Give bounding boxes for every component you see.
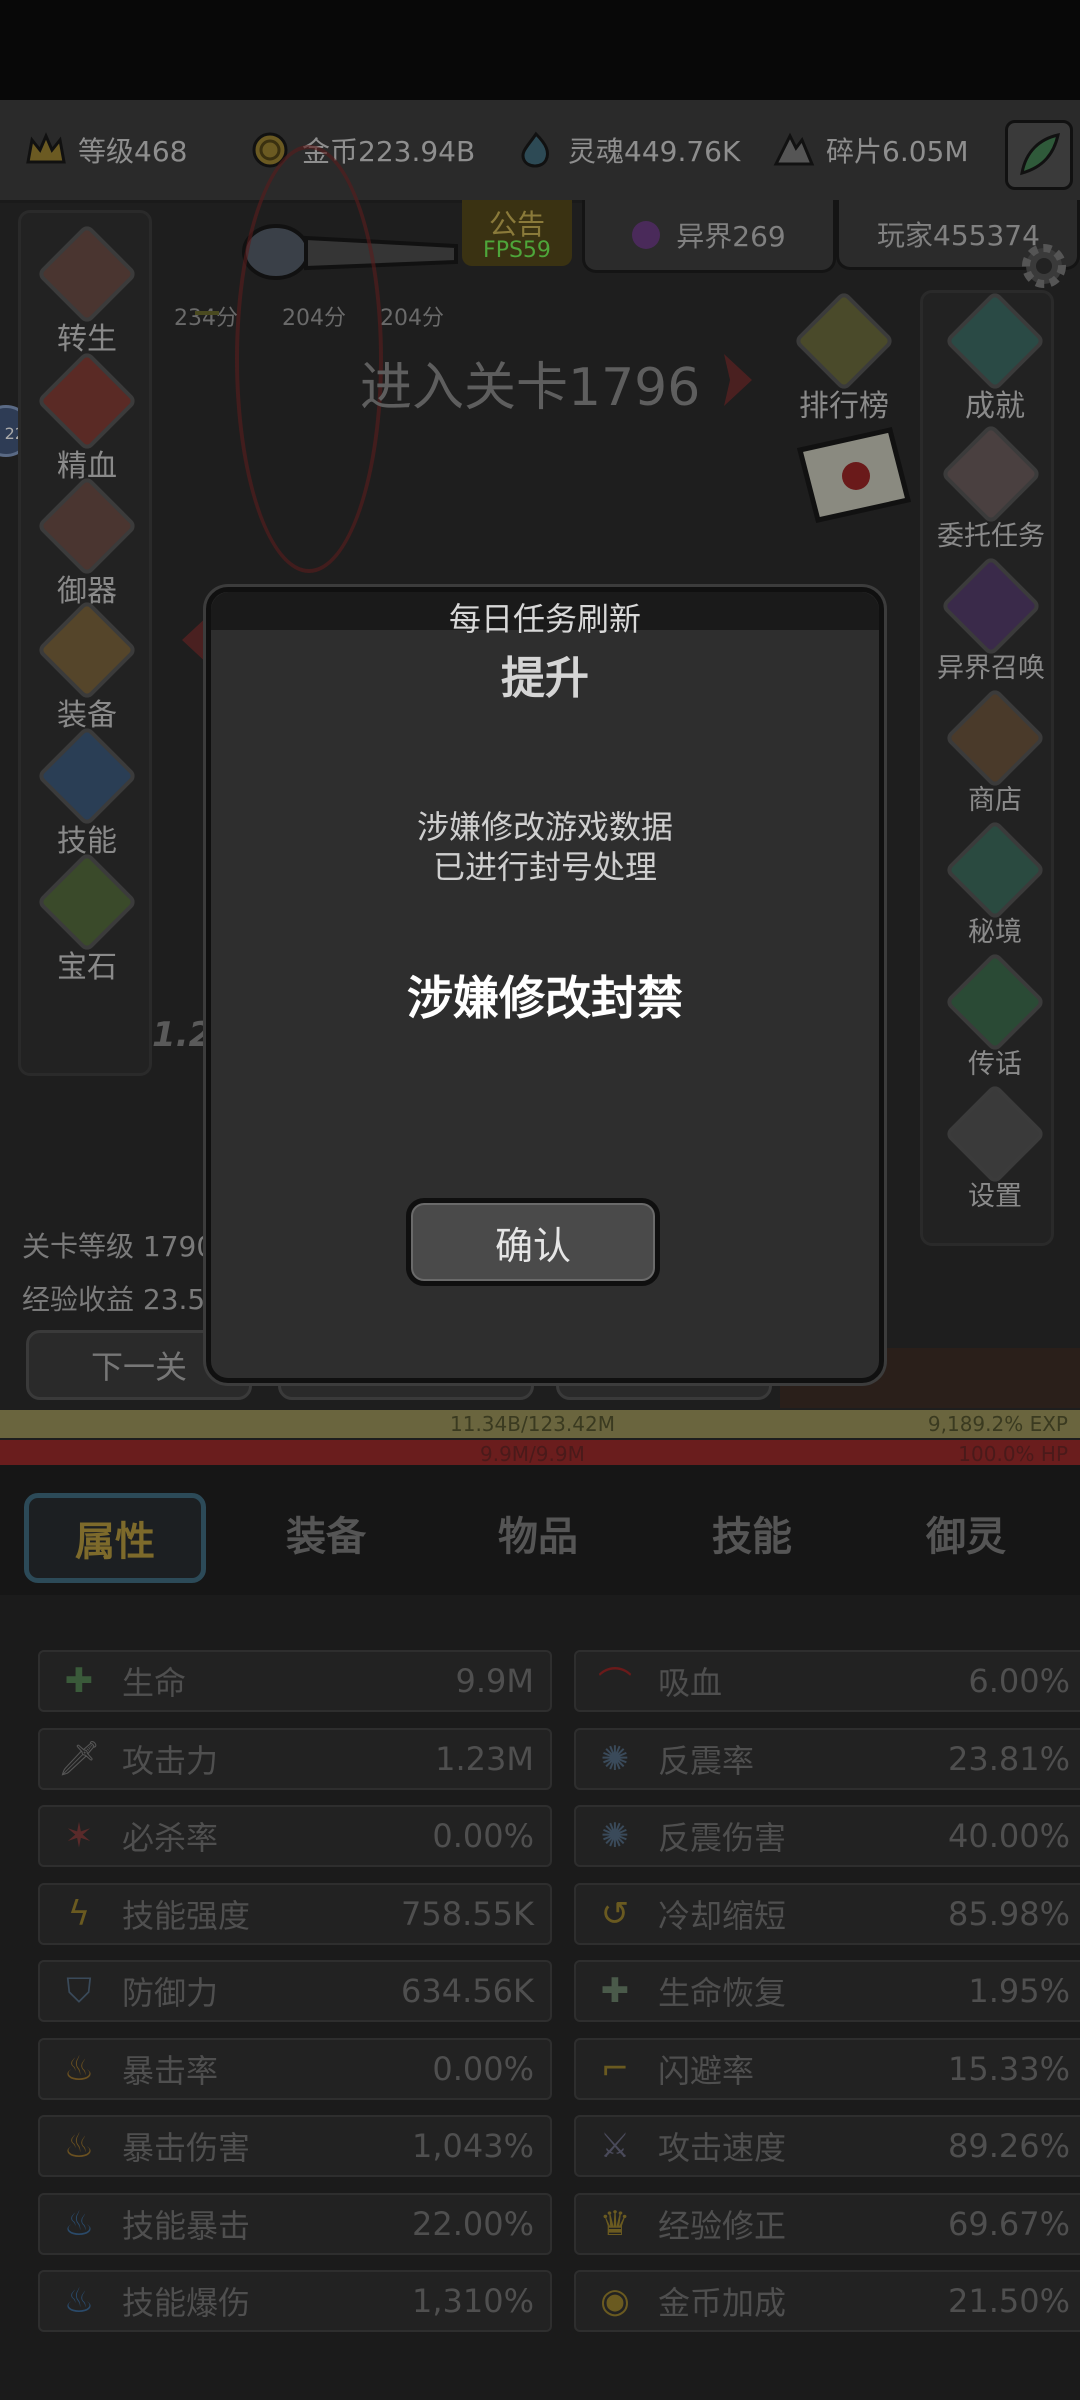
dialog-message-line2: 已进行封号处理 xyxy=(432,848,657,886)
confirm-label: 确认 xyxy=(494,1223,571,1268)
dialog-headline: 涉嫌修改封禁 xyxy=(407,971,683,1025)
dialog-top-title: 每日任务刷新 xyxy=(448,600,641,638)
confirm-button[interactable]: 确认 xyxy=(406,1198,660,1286)
dialog-title: 提升 xyxy=(501,653,589,704)
